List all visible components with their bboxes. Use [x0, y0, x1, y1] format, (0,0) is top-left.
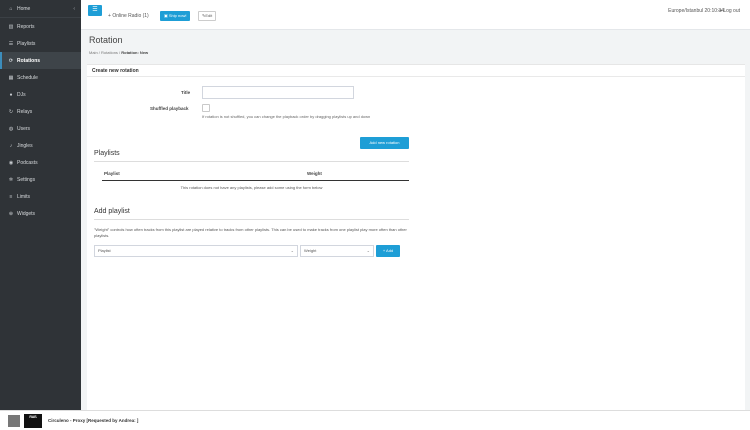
sidebar-item-label: Widgets	[17, 210, 36, 217]
radio-label: Online Radio (1)	[112, 13, 149, 19]
user-icon: ●	[9, 91, 13, 98]
station-logo-text: ЯАБ	[29, 415, 37, 419]
sidebar-item-label: Users	[17, 125, 31, 132]
chevron-left-icon[interactable]: ‹	[73, 6, 75, 12]
sidebar-item-label: DJs	[17, 91, 26, 98]
shuffle-label: Shuffled playback	[150, 106, 189, 111]
add-playlist-button[interactable]: + Add	[376, 245, 400, 257]
sidebar-item-limits[interactable]: ≡ Limits	[0, 188, 81, 205]
sidebar-item-label: Settings	[17, 176, 36, 183]
playlists-heading: Playlists	[94, 150, 120, 157]
sidebar-item-home[interactable]: ⌂ Home ‹	[0, 0, 81, 18]
panel-title: Create new rotation	[87, 65, 745, 77]
page-header: Rotation Main / Rotations / Rotation: Ne…	[89, 35, 148, 55]
sidebar-item-label: Playlists	[17, 40, 36, 47]
divider	[94, 161, 409, 162]
ship-now-label: Ship now!	[168, 13, 187, 18]
weight-hint: "Weight" controls how often tracks from …	[94, 227, 407, 238]
chevron-down-icon: ⌄	[290, 248, 294, 253]
main-content: ☰ + Online Radio (1) ▣ Ship now! ✎Edit E…	[81, 0, 750, 410]
playlist-select-value: Playlist	[98, 248, 111, 253]
sidebar-item-relays[interactable]: ↻ Relays	[0, 103, 81, 120]
table-header-rule	[102, 180, 409, 181]
create-rotation-panel: Create new rotation Title Shuffled playb…	[87, 64, 745, 410]
plus-icon: +	[108, 13, 111, 19]
sidebar-item-podcasts[interactable]: ◉ Podcasts	[0, 154, 81, 171]
breadcrumb: Main / Rotations / Rotation: New	[89, 50, 149, 55]
breadcrumb-rotations[interactable]: Rotations	[101, 50, 118, 55]
page-title: Rotation	[89, 35, 123, 45]
gear-icon: ✲	[8, 176, 14, 183]
sidebar-item-schedule[interactable]: ▦ Schedule	[0, 69, 81, 86]
add-new-rotation-button[interactable]: Add new rotation	[360, 137, 409, 149]
playlist-column-header: Playlist	[104, 171, 120, 176]
rotate-icon: ⟳	[8, 57, 14, 64]
sidebar-item-users[interactable]: ◍ Users	[0, 120, 81, 137]
hamburger-icon: ☰	[92, 7, 98, 13]
sidebar-item-label: Podcasts	[17, 159, 38, 166]
empty-table-message: This rotation does not have any playlist…	[180, 185, 323, 190]
sidebar-item-label: Schedule	[17, 74, 38, 81]
sidebar-item-label: Rotations	[17, 57, 41, 64]
widget-icon: ⊕	[8, 210, 14, 217]
album-art	[8, 415, 20, 427]
list-icon: ☰	[8, 40, 14, 47]
player-bar: ЯАБ Circuleno - Proxy [Requested by Andr…	[0, 410, 750, 430]
top-bar: ☰ + Online Radio (1) ▣ Ship now! ✎Edit E…	[81, 0, 750, 30]
users-icon: ◍	[8, 125, 14, 132]
sidebar-item-settings[interactable]: ✲ Settings	[0, 171, 81, 188]
playlist-select[interactable]: Playlist ⌄	[94, 245, 298, 257]
breadcrumb-main[interactable]: Main	[89, 50, 98, 55]
limits-icon: ≡	[9, 193, 13, 200]
podcast-icon: ◉	[8, 159, 14, 166]
menu-toggle-button[interactable]: ☰	[88, 5, 102, 16]
sidebar-item-widgets[interactable]: ⊕ Widgets	[0, 205, 81, 222]
ship-now-button[interactable]: ▣ Ship now!	[160, 11, 191, 21]
station-logo: ЯАБ	[24, 414, 42, 428]
title-label: Title	[181, 90, 191, 95]
logout-link[interactable]: ⇥ Log out	[718, 8, 740, 14]
sidebar-item-label: Limits	[17, 193, 31, 200]
divider	[94, 219, 409, 220]
sidebar-item-label: Jingles	[17, 142, 33, 149]
bell-icon: ♪	[9, 142, 13, 149]
shuffle-help: If rotation is not shuffled, you can cha…	[202, 114, 371, 119]
weight-select-value: Weight	[304, 248, 317, 253]
breadcrumb-current: Rotation: New	[121, 50, 149, 55]
sidebar-item-rotations[interactable]: ⟳ Rotations	[0, 52, 81, 69]
chevron-down-icon: ⌄	[366, 248, 370, 253]
sidebar-item-reports[interactable]: ▥ Reports	[0, 18, 81, 35]
sidebar-item-label: Relays	[17, 108, 33, 115]
sidebar-item-label: Reports	[17, 23, 35, 30]
radio-selector[interactable]: + Online Radio (1)	[108, 13, 149, 19]
now-playing-text: Circuleno - Proxy [Requested by Andrea: …	[48, 418, 139, 423]
home-icon: ⌂	[9, 5, 13, 12]
logout-label: Log out	[723, 8, 740, 14]
edit-label: Edit	[205, 13, 213, 18]
edit-button[interactable]: ✎Edit	[198, 11, 217, 21]
title-input[interactable]	[202, 86, 354, 99]
shuffle-checkbox[interactable]	[202, 104, 210, 112]
sidebar-item-jingles[interactable]: ♪ Jingles	[0, 137, 81, 154]
weight-column-header: Weight	[307, 171, 322, 176]
add-playlist-heading: Add playlist	[94, 208, 130, 215]
chart-icon: ▥	[8, 23, 14, 30]
weight-select[interactable]: Weight ⌄	[300, 245, 374, 257]
sidebar-item-label: Home	[17, 5, 31, 12]
relay-icon: ↻	[8, 108, 14, 115]
sidebar: ⌂ Home ‹ ▥ Reports ☰ Playlists ⟳ Rotations ▦ Sched…	[0, 0, 81, 410]
user-timezone: Europe/Istanbul 20:10:34	[668, 8, 724, 14]
calendar-icon: ▦	[8, 74, 14, 81]
sidebar-item-djs[interactable]: ● DJs	[0, 86, 81, 103]
sidebar-item-playlists[interactable]: ☰ Playlists	[0, 35, 81, 52]
